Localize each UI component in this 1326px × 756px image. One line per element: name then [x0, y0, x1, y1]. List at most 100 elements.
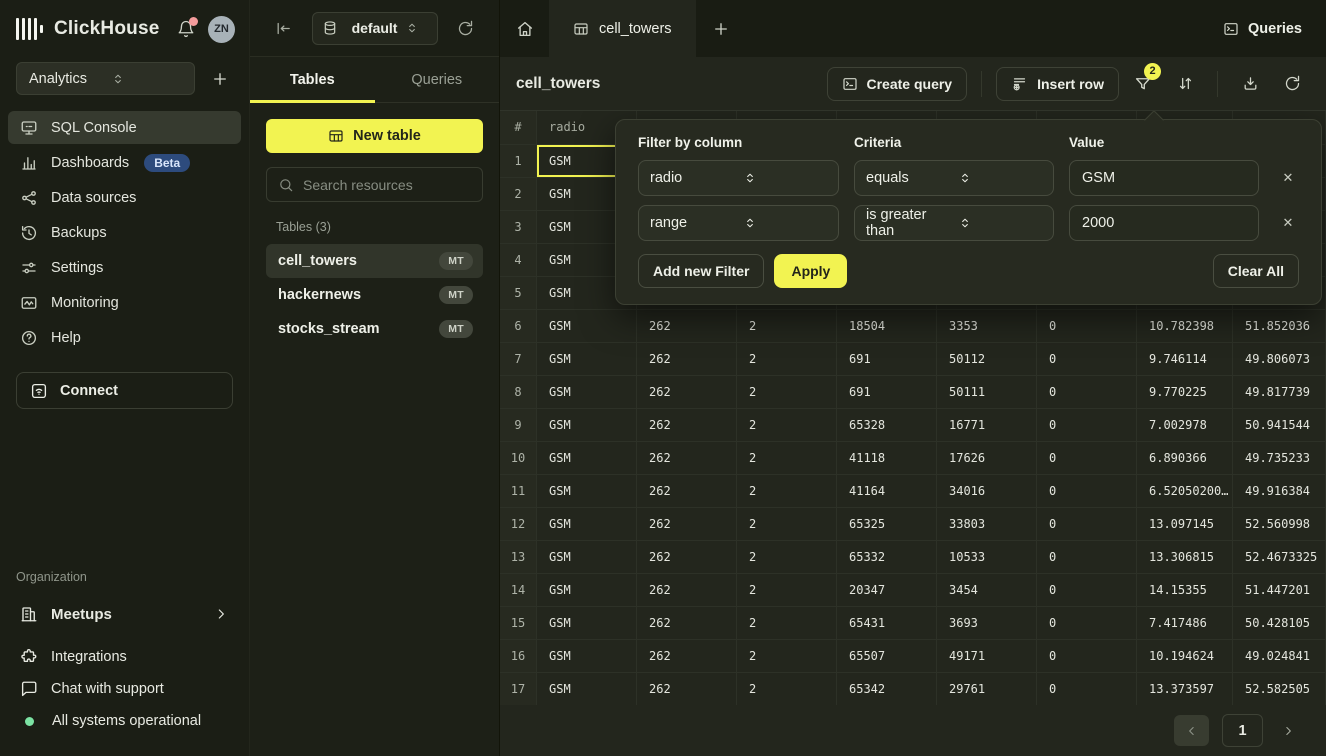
grid-cell[interactable]: 2 [737, 607, 837, 640]
filter-criteria-select[interactable]: equals [854, 160, 1054, 196]
workspace-select[interactable]: Analytics [16, 62, 195, 95]
current-page[interactable]: 1 [1222, 714, 1263, 747]
grid-cell[interactable]: 2 [737, 310, 837, 343]
filter-value-input[interactable] [1069, 205, 1259, 241]
grid-cell[interactable]: 49171 [937, 640, 1037, 673]
grid-cell[interactable]: 49.916384 [1233, 475, 1326, 508]
grid-cell[interactable]: 29761 [937, 673, 1037, 705]
row-number[interactable]: 15 [500, 607, 537, 640]
grid-cell[interactable]: 51.852036 [1233, 310, 1326, 343]
grid-cell[interactable]: GSM [537, 508, 637, 541]
grid-cell[interactable]: 262 [637, 409, 737, 442]
grid-cell[interactable]: 6.890366 [1137, 442, 1233, 475]
explorer-tab-queries[interactable]: Queries [375, 57, 500, 102]
grid-cell[interactable]: 262 [637, 673, 737, 705]
grid-cell[interactable]: 18504 [837, 310, 937, 343]
grid-cell[interactable]: 52.560998 [1233, 508, 1326, 541]
grid-cell[interactable]: 65328 [837, 409, 937, 442]
grid-cell[interactable]: GSM [537, 475, 637, 508]
grid-cell[interactable]: 0 [1037, 640, 1137, 673]
refresh-data-button[interactable] [1274, 67, 1310, 101]
grid-cell[interactable]: 13.306815 [1137, 541, 1233, 574]
row-number[interactable]: 7 [500, 343, 537, 376]
grid-cell[interactable]: 0 [1037, 343, 1137, 376]
grid-cell[interactable]: 65431 [837, 607, 937, 640]
previous-page-button[interactable] [1174, 715, 1209, 746]
grid-cell[interactable]: 0 [1037, 310, 1137, 343]
grid-cell[interactable]: 0 [1037, 541, 1137, 574]
grid-cell[interactable]: 2 [737, 673, 837, 705]
grid-cell[interactable]: 0 [1037, 607, 1137, 640]
grid-cell[interactable]: 10533 [937, 541, 1037, 574]
footer-item-chat-with-support[interactable]: Chat with support [8, 674, 241, 704]
grid-cell[interactable]: 691 [837, 343, 937, 376]
row-number[interactable]: 5 [500, 277, 537, 310]
grid-cell[interactable]: 50.428105 [1233, 607, 1326, 640]
grid-cell[interactable]: 3454 [937, 574, 1037, 607]
grid-cell[interactable]: 10.194624 [1137, 640, 1233, 673]
grid-cell[interactable]: 0 [1037, 442, 1137, 475]
row-number[interactable]: 16 [500, 640, 537, 673]
grid-cell[interactable]: 262 [637, 607, 737, 640]
grid-cell[interactable]: GSM [537, 541, 637, 574]
create-query-button[interactable]: Create query [827, 67, 968, 101]
grid-cell[interactable]: 9.746114 [1137, 343, 1233, 376]
grid-cell[interactable]: 3693 [937, 607, 1037, 640]
sidebar-item-dashboards[interactable]: DashboardsBeta [8, 146, 241, 179]
notifications-bell-icon[interactable] [173, 16, 199, 42]
grid-cell[interactable]: 49.735233 [1233, 442, 1326, 475]
apply-filters-button[interactable]: Apply [774, 254, 847, 288]
grid-cell[interactable]: 0 [1037, 475, 1137, 508]
grid-cell[interactable]: GSM [537, 442, 637, 475]
grid-cell[interactable]: GSM [537, 640, 637, 673]
avatar[interactable]: ZN [208, 16, 235, 43]
grid-cell[interactable]: 7.417486 [1137, 607, 1233, 640]
queries-button[interactable]: Queries [1199, 0, 1326, 57]
grid-cell[interactable]: 2 [737, 442, 837, 475]
new-tab-button[interactable] [696, 0, 746, 57]
tab-cell-towers[interactable]: cell_towers [549, 0, 696, 57]
filter-column-select[interactable]: range [638, 205, 839, 241]
sidebar-item-sql-console[interactable]: SQL Console [8, 111, 241, 144]
footer-item-system-status[interactable]: All systems operational [8, 706, 241, 736]
grid-cell[interactable]: 50.941544 [1233, 409, 1326, 442]
refresh-tables-button[interactable] [454, 17, 477, 40]
row-number[interactable]: 8 [500, 376, 537, 409]
grid-cell[interactable]: 49.817739 [1233, 376, 1326, 409]
grid-cell[interactable]: 2 [737, 574, 837, 607]
grid-cell[interactable]: 691 [837, 376, 937, 409]
grid-cell[interactable]: GSM [537, 673, 637, 705]
grid-cell[interactable]: 6.52050200… [1137, 475, 1233, 508]
explorer-tab-tables[interactable]: Tables [250, 57, 375, 102]
database-select[interactable]: default [312, 12, 438, 45]
row-number[interactable]: 6 [500, 310, 537, 343]
grid-cell[interactable]: 0 [1037, 409, 1137, 442]
grid-cell[interactable]: 3353 [937, 310, 1037, 343]
grid-cell[interactable]: 7.002978 [1137, 409, 1233, 442]
grid-cell[interactable]: 49.806073 [1233, 343, 1326, 376]
grid-cell[interactable]: 2 [737, 409, 837, 442]
grid-cell[interactable]: 65507 [837, 640, 937, 673]
grid-cell[interactable]: 16771 [937, 409, 1037, 442]
grid-cell[interactable]: 2 [737, 508, 837, 541]
next-page-button[interactable] [1276, 724, 1300, 738]
home-button[interactable] [500, 0, 549, 57]
filter-value-input[interactable] [1069, 160, 1259, 196]
sidebar-item-backups[interactable]: Backups [8, 216, 241, 249]
filter-criteria-select[interactable]: is greater than [854, 205, 1054, 241]
grid-cell[interactable]: 41164 [837, 475, 937, 508]
grid-cell[interactable]: 9.770225 [1137, 376, 1233, 409]
grid-cell[interactable]: 52.582505 [1233, 673, 1326, 705]
grid-cell[interactable]: 0 [1037, 376, 1137, 409]
sidebar-item-monitoring[interactable]: Monitoring [8, 286, 241, 319]
grid-cell[interactable]: 0 [1037, 508, 1137, 541]
add-workspace-button[interactable] [207, 66, 233, 92]
row-number[interactable]: 14 [500, 574, 537, 607]
sidebar-item-data-sources[interactable]: Data sources [8, 181, 241, 214]
insert-row-button[interactable]: Insert row [996, 67, 1119, 101]
collapse-panel-button[interactable] [272, 17, 295, 40]
row-number[interactable]: 17 [500, 673, 537, 705]
grid-cell[interactable]: 65342 [837, 673, 937, 705]
row-number[interactable]: 2 [500, 178, 537, 211]
sidebar-item-settings[interactable]: Settings [8, 251, 241, 284]
